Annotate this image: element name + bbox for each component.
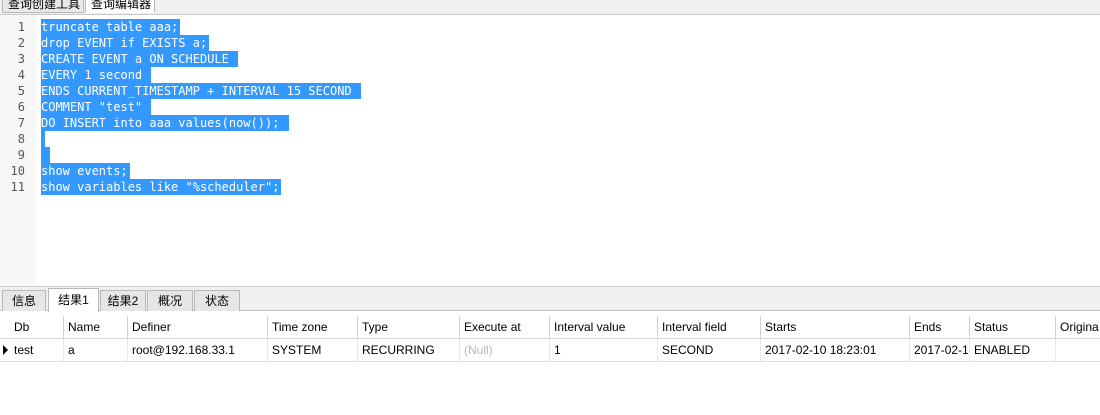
column-header-type[interactable]: Type bbox=[358, 316, 460, 338]
line-number: 7 bbox=[17, 116, 25, 130]
column-header-name[interactable]: Name bbox=[64, 316, 128, 338]
code-text[interactable]: show events; bbox=[41, 163, 130, 179]
column-header-interval-value[interactable]: Interval value bbox=[550, 316, 658, 338]
code-line[interactable]: 1 truncate table aaa; bbox=[0, 19, 1100, 35]
cell-type[interactable]: RECURRING bbox=[358, 339, 460, 361]
cell-interval-field[interactable]: SECOND bbox=[658, 339, 761, 361]
tab-status[interactable]: 状态 bbox=[194, 290, 240, 311]
line-number: 8 bbox=[17, 132, 25, 146]
tab-result-1[interactable]: 结果1 bbox=[48, 288, 99, 312]
line-number: 4 bbox=[17, 68, 25, 82]
code-line[interactable]: 7 DO INSERT into aaa values(now()); bbox=[0, 115, 1100, 131]
code-text[interactable]: show variables like "%scheduler"; bbox=[41, 179, 282, 195]
line-number: 6 bbox=[17, 100, 25, 114]
line-number: 2 bbox=[17, 36, 25, 50]
code-text[interactable] bbox=[41, 131, 45, 147]
cell-starts[interactable]: 2017-02-10 18:23:01 bbox=[761, 339, 910, 361]
column-header-definer[interactable]: Definer bbox=[128, 316, 268, 338]
line-number: 5 bbox=[17, 84, 25, 98]
code-line[interactable]: 11 show variables like "%scheduler"; bbox=[0, 179, 1100, 195]
result-tab-bar: 信息 结果1 结果2 概况 状态 bbox=[0, 286, 1100, 312]
cell-time-zone[interactable]: SYSTEM bbox=[268, 339, 358, 361]
cell-originator[interactable] bbox=[1056, 339, 1100, 361]
cell-execute-at[interactable]: (Null) bbox=[460, 339, 550, 361]
table-row[interactable]: test a root@192.168.33.1 SYSTEM RECURRIN… bbox=[0, 339, 1100, 362]
cell-interval-value[interactable]: 1 bbox=[550, 339, 658, 361]
code-text[interactable]: EVERY 1 second bbox=[41, 67, 152, 83]
tab-query-editor[interactable]: 查询编辑器 bbox=[85, 0, 155, 13]
code-line[interactable]: 5 ENDS CURRENT_TIMESTAMP + INTERVAL 15 S… bbox=[0, 83, 1100, 99]
cell-status[interactable]: ENABLED bbox=[970, 339, 1056, 361]
column-header-ends[interactable]: Ends bbox=[910, 316, 970, 338]
cell-name[interactable]: a bbox=[64, 339, 128, 361]
line-number: 1 bbox=[17, 20, 25, 34]
line-number: 9 bbox=[17, 148, 25, 162]
tab-profile[interactable]: 概况 bbox=[147, 290, 193, 311]
code-line[interactable]: 2 drop EVENT if EXISTS a; bbox=[0, 35, 1100, 51]
tab-info[interactable]: 信息 bbox=[2, 290, 46, 311]
grid-header: Db Name Definer Time zone Type Execute a… bbox=[0, 316, 1100, 339]
code-text[interactable]: CREATE EVENT a ON SCHEDULE bbox=[41, 51, 239, 67]
code-line[interactable]: 9 bbox=[0, 147, 1100, 163]
current-row-indicator-icon bbox=[3, 345, 8, 355]
column-header-originator[interactable]: Origina bbox=[1056, 316, 1100, 338]
line-number: 11 bbox=[10, 180, 25, 194]
code-text[interactable]: truncate table aaa; bbox=[41, 19, 181, 35]
code-line[interactable]: 4 EVERY 1 second bbox=[0, 67, 1100, 83]
cell-definer[interactable]: root@192.168.33.1 bbox=[128, 339, 268, 361]
column-header-execute-at[interactable]: Execute at bbox=[460, 316, 550, 338]
line-number: 10 bbox=[10, 164, 25, 178]
column-header-db[interactable]: Db bbox=[10, 316, 64, 338]
code-line[interactable]: 3 CREATE EVENT a ON SCHEDULE bbox=[0, 51, 1100, 67]
code-text[interactable]: drop EVENT if EXISTS a; bbox=[41, 35, 210, 51]
column-header-starts[interactable]: Starts bbox=[761, 316, 910, 338]
column-header-time-zone[interactable]: Time zone bbox=[268, 316, 358, 338]
result-grid: Db Name Definer Time zone Type Execute a… bbox=[0, 316, 1100, 362]
tab-query-builder[interactable]: 查询创建工具 bbox=[2, 0, 84, 13]
column-header-status[interactable]: Status bbox=[970, 316, 1056, 338]
tab-result-2[interactable]: 结果2 bbox=[100, 290, 146, 311]
code-text[interactable]: COMMENT "test" bbox=[41, 99, 152, 115]
code-line[interactable]: 6 COMMENT "test" bbox=[0, 99, 1100, 115]
sql-editor[interactable]: 1 truncate table aaa; 2 drop EVENT if EX… bbox=[0, 15, 1100, 286]
code-text[interactable]: ENDS CURRENT_TIMESTAMP + INTERVAL 15 SEC… bbox=[41, 83, 361, 99]
line-number: 3 bbox=[17, 52, 25, 66]
editor-tab-bar: 查询创建工具 查询编辑器 bbox=[0, 0, 1100, 15]
code-text[interactable]: DO INSERT into aaa values(now()); bbox=[41, 115, 289, 131]
cell-ends[interactable]: 2017-02-1 bbox=[910, 339, 970, 361]
column-header-interval-field[interactable]: Interval field bbox=[658, 316, 761, 338]
code-text[interactable] bbox=[41, 147, 51, 163]
code-line[interactable]: 8 bbox=[0, 131, 1100, 147]
cell-db[interactable]: test bbox=[10, 339, 64, 361]
code-line[interactable]: 10 show events; bbox=[0, 163, 1100, 179]
